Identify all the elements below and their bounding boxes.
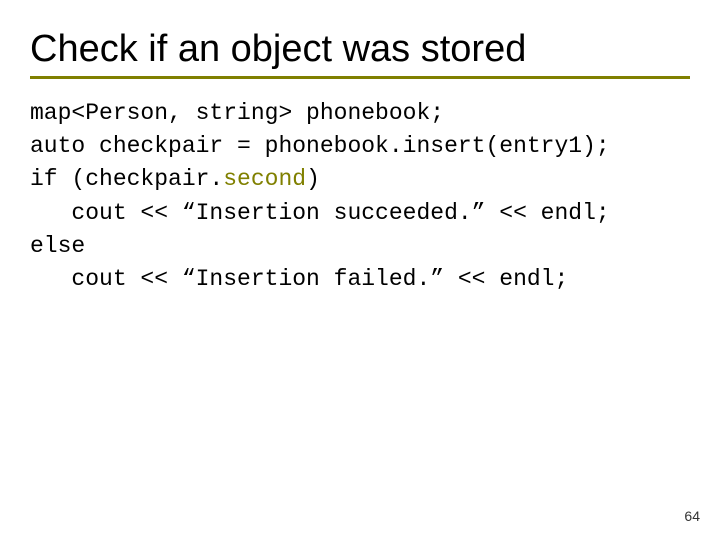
slide: Check if an object was stored map<Person… bbox=[0, 0, 720, 540]
code-line-4: cout << “Insertion succeeded.” << endl; bbox=[30, 200, 610, 226]
code-line-1: map<Person, string> phonebook; bbox=[30, 100, 444, 126]
code-line-3-pre: if (checkpair. bbox=[30, 166, 223, 192]
code-line-2: auto checkpair = phonebook.insert(entry1… bbox=[30, 133, 610, 159]
code-line-5: else bbox=[30, 233, 85, 259]
title-underline bbox=[30, 76, 690, 79]
code-block: map<Person, string> phonebook; auto chec… bbox=[30, 97, 690, 297]
code-line-3-post: ) bbox=[306, 166, 320, 192]
page-number: 64 bbox=[684, 508, 700, 524]
slide-title: Check if an object was stored bbox=[30, 28, 690, 72]
code-highlight-second: second bbox=[223, 166, 306, 192]
code-line-6: cout << “Insertion failed.” << endl; bbox=[30, 266, 568, 292]
